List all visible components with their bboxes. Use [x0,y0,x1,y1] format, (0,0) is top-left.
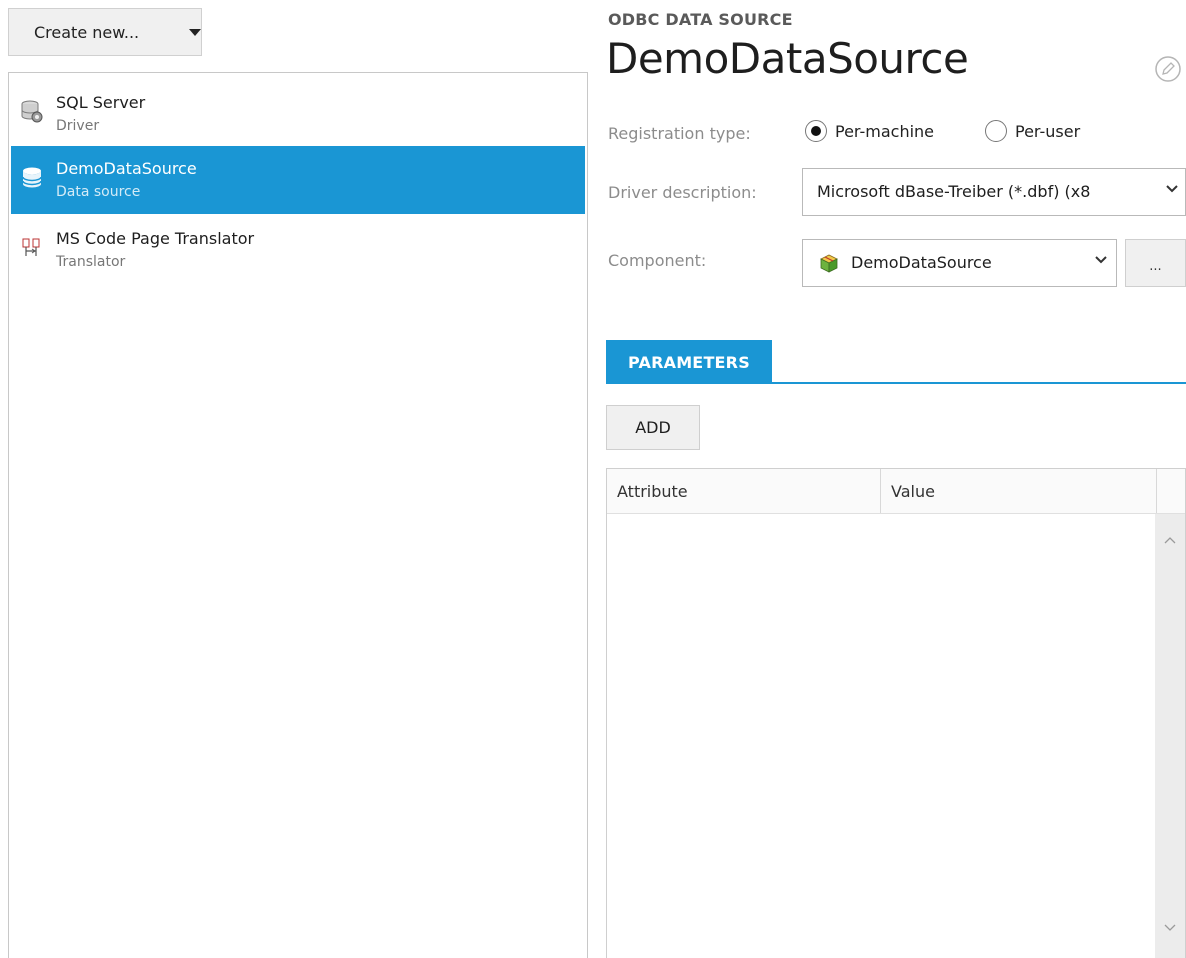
registration-type-label: Registration type: [608,124,751,143]
list-item-sql-server[interactable]: SQL Server Driver [11,80,585,148]
radio-per-user[interactable]: Per-user [985,120,1080,142]
tab-parameters[interactable]: PARAMETERS [606,340,772,384]
list-item-subtitle: Translator [56,254,126,270]
item-list: SQL Server Driver DemoDataSource Data so… [8,72,588,958]
component-select[interactable]: DemoDataSource [802,239,1117,287]
list-item-demodatasource[interactable]: DemoDataSource Data source [11,146,585,214]
list-item-title: SQL Server [56,93,146,112]
chevron-down-icon [1166,185,1178,193]
caret-down-icon [189,29,201,36]
driver-description-select[interactable]: Microsoft dBase-Treiber (*.dbf) (x8 [802,168,1186,216]
edit-icon[interactable] [1154,55,1182,83]
chevron-down-icon [1095,256,1107,264]
select-value: DemoDataSource [851,253,992,272]
translator-icon [22,238,40,256]
scroll-up-icon[interactable] [1163,534,1177,548]
select-value: Microsoft dBase-Treiber (*.dbf) (x8 [817,182,1091,201]
component-package-icon [820,254,838,273]
grid-header: Attribute Value [607,469,1185,514]
tab-underline [606,382,1186,384]
list-item-subtitle: Driver [56,118,100,134]
page-title: DemoDataSource [606,34,969,83]
create-new-label: Create new... [34,22,140,42]
sql-server-driver-icon [21,100,43,123]
radio-label: Per-machine [835,121,935,141]
radio-checked-icon [805,120,827,142]
list-item-ms-code-page-translator[interactable]: MS Code Page Translator Translator [11,216,585,284]
add-parameter-button[interactable]: ADD [606,405,700,450]
list-item-subtitle: Data source [56,184,141,200]
column-header-attribute[interactable]: Attribute [607,469,881,513]
section-label: ODBC DATA SOURCE [608,10,793,29]
parameters-grid: Attribute Value [606,468,1186,958]
vertical-scrollbar[interactable] [1155,514,1185,958]
browse-component-button[interactable]: ... [1125,239,1186,287]
list-item-title: MS Code Page Translator [56,229,255,248]
database-icon [22,167,42,188]
create-new-dropdown-button[interactable]: Create new... [8,8,202,56]
radio-label: Per-user [1015,121,1081,141]
component-label: Component: [608,251,707,270]
driver-description-label: Driver description: [608,183,757,202]
list-item-title: DemoDataSource [56,159,197,178]
radio-unchecked-icon [985,120,1007,142]
column-header-value[interactable]: Value [881,469,1157,513]
radio-per-machine[interactable]: Per-machine [805,120,934,142]
scroll-down-icon[interactable] [1163,920,1177,934]
